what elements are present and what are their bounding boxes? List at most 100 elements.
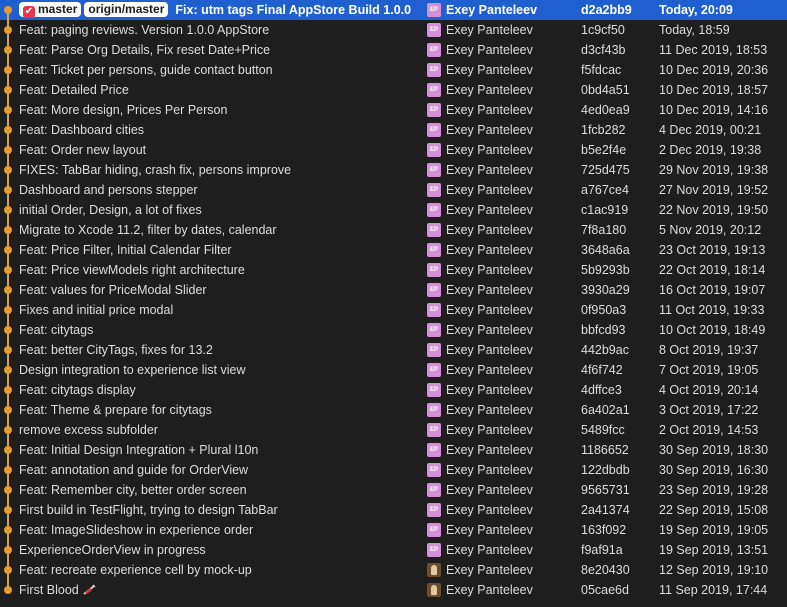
commit-graph-node bbox=[0, 80, 18, 100]
avatar-initials-icon: EP bbox=[427, 103, 441, 117]
commit-hash: 0f950a3 bbox=[581, 303, 627, 317]
avatar-initials-icon: EP bbox=[427, 443, 441, 457]
author-name: Exey Panteleev bbox=[446, 543, 533, 557]
commit-row[interactable]: Feat: recreate experience cell by mock-u… bbox=[0, 560, 787, 580]
author-name: Exey Panteleev bbox=[446, 43, 533, 57]
commit-row[interactable]: Feat: Price Filter, Initial Calendar Fil… bbox=[0, 240, 787, 260]
commit-hash: 5489fcc bbox=[581, 423, 625, 437]
commit-row[interactable]: Migrate to Xcode 11.2, filter by dates, … bbox=[0, 220, 787, 240]
commit-message-cell: ExperienceOrderView in progress bbox=[19, 540, 419, 560]
avatar-initials-icon: EP bbox=[427, 543, 441, 557]
commit-hash: 05cae6d bbox=[581, 583, 629, 597]
commit-hash: c1ac919 bbox=[581, 203, 629, 217]
commit-row[interactable]: Feat: Parse Org Details, Fix reset Date+… bbox=[0, 40, 787, 60]
commit-message: Feat: Detailed Price bbox=[19, 83, 129, 97]
commit-row[interactable]: Fixes and initial price modal EP Exey Pant… bbox=[0, 300, 787, 320]
commit-row[interactable]: Feat: ImageSlideshow in experience order… bbox=[0, 520, 787, 540]
commit-row[interactable]: remove excess subfolder EP Exey Panteleev 5… bbox=[0, 420, 787, 440]
author-name: Exey Panteleev bbox=[446, 363, 533, 377]
commit-row[interactable]: ExperienceOrderView in progress EP Exey Pa… bbox=[0, 540, 787, 560]
avatar-initials-icon: EP bbox=[427, 503, 441, 517]
commit-message: Feat: paging reviews. Version 1.0.0 AppS… bbox=[19, 23, 270, 37]
commit-row[interactable]: FIXES: TabBar hiding, crash fix, persons… bbox=[0, 160, 787, 180]
commit-graph-node bbox=[0, 260, 18, 280]
commit-date: 7 Oct 2019, 19:05 bbox=[659, 363, 759, 377]
commit-row[interactable]: Feat: Dashboard cities EP Exey Panteleev 1f… bbox=[0, 120, 787, 140]
commit-date: 22 Oct 2019, 18:14 bbox=[659, 263, 766, 277]
avatar-initials-icon: EP bbox=[427, 383, 441, 397]
commit-graph-node bbox=[0, 420, 18, 440]
author-name: Exey Panteleev bbox=[446, 123, 533, 137]
commit-date: 10 Dec 2019, 14:16 bbox=[659, 103, 769, 117]
commit-row[interactable]: Feat: Remember city, better order screen… bbox=[0, 480, 787, 500]
commit-graph-node bbox=[0, 240, 18, 260]
commit-graph-node bbox=[0, 440, 18, 460]
remote-branch-tag[interactable]: origin/master bbox=[84, 2, 169, 17]
commit-row[interactable]: Feat: citytags display EP Exey Panteleev 4d… bbox=[0, 380, 787, 400]
commit-date: Today, 18:59 bbox=[659, 23, 730, 37]
commit-hash: d2a2bb9 bbox=[581, 3, 632, 17]
commit-hash: 6a402a1 bbox=[581, 403, 630, 417]
commit-row[interactable]: Feat: values for PriceModal Slider EP Exey… bbox=[0, 280, 787, 300]
commit-message: Feat: citytags bbox=[19, 323, 94, 337]
avatar-initials-icon: EP bbox=[427, 423, 441, 437]
commit-row[interactable]: Feat: Price viewModels right architectur… bbox=[0, 260, 787, 280]
commit-date: 2 Oct 2019, 14:53 bbox=[659, 423, 759, 437]
syringe-icon bbox=[83, 584, 96, 595]
commit-date: 16 Oct 2019, 19:07 bbox=[659, 283, 766, 297]
avatar-initials-icon: EP bbox=[427, 43, 441, 57]
avatar-photo-icon bbox=[427, 563, 441, 577]
commit-message-cell: Design integration to experience list vi… bbox=[19, 360, 419, 380]
commit-message: Feat: values for PriceModal Slider bbox=[19, 283, 207, 297]
commit-message: Feat: Price Filter, Initial Calendar Fil… bbox=[19, 243, 232, 257]
commit-message: Feat: recreate experience cell by mock-u… bbox=[19, 563, 252, 577]
commit-graph-node bbox=[0, 160, 18, 180]
local-branch-tag[interactable]: ✔ master bbox=[19, 2, 82, 18]
commit-row[interactable]: initial Order, Design, a lot of fixes EP E… bbox=[0, 200, 787, 220]
author-name: Exey Panteleev bbox=[446, 443, 533, 457]
commit-date: 27 Nov 2019, 19:52 bbox=[659, 183, 769, 197]
commit-row[interactable]: Feat: Detailed Price EP Exey Panteleev 0bd4… bbox=[0, 80, 787, 100]
commit-row[interactable]: First Blood Exey Panteleev 05cae6d 11 Sep 2… bbox=[0, 580, 787, 600]
commit-row[interactable]: ✔ master origin/master Fix: utm tags Final … bbox=[0, 0, 787, 20]
commit-row[interactable]: Feat: better CityTags, fixes for 13.2 EP E… bbox=[0, 340, 787, 360]
commit-message: Feat: Dashboard cities bbox=[19, 123, 145, 137]
commit-row[interactable]: First build in TestFlight, trying to des… bbox=[0, 500, 787, 520]
commit-dot-icon bbox=[4, 586, 12, 594]
commit-row[interactable]: Feat: Ticket per persons, guide contact … bbox=[0, 60, 787, 80]
commit-row[interactable]: Feat: Order new layout EP Exey Panteleev b5… bbox=[0, 140, 787, 160]
commit-message-cell: First build in TestFlight, trying to des… bbox=[19, 500, 419, 520]
author-name: Exey Panteleev bbox=[446, 203, 533, 217]
commit-hash: d3cf43b bbox=[581, 43, 626, 57]
commit-row[interactable]: Dashboard and persons stepper EP Exey Pant… bbox=[0, 180, 787, 200]
commit-hash: 1fcb282 bbox=[581, 123, 626, 137]
author-name: Exey Panteleev bbox=[446, 143, 533, 157]
avatar-initials-icon: EP bbox=[427, 343, 441, 357]
commit-row[interactable]: Design integration to experience list vi… bbox=[0, 360, 787, 380]
commit-message: Feat: Remember city, better order screen bbox=[19, 483, 247, 497]
commit-graph-node bbox=[0, 20, 18, 40]
commit-date: 30 Sep 2019, 18:30 bbox=[659, 443, 769, 457]
commit-dot-icon bbox=[4, 286, 12, 294]
commit-message-cell: Fixes and initial price modal bbox=[19, 300, 419, 320]
avatar-initials-icon: EP bbox=[427, 463, 441, 477]
commit-message-cell: First Blood bbox=[19, 580, 419, 600]
commit-row[interactable]: Feat: citytags EP Exey Panteleev bbfcd93 10 … bbox=[0, 320, 787, 340]
commit-message: Feat: citytags display bbox=[19, 383, 136, 397]
commit-graph-node bbox=[0, 0, 18, 20]
commit-message: FIXES: TabBar hiding, crash fix, persons… bbox=[19, 163, 292, 177]
commit-row[interactable]: Feat: paging reviews. Version 1.0.0 AppS… bbox=[0, 20, 787, 40]
avatar-initials-icon: EP bbox=[427, 363, 441, 377]
commit-hash: 1186652 bbox=[581, 443, 629, 457]
commit-message-cell: Feat: More design, Prices Per Person bbox=[19, 100, 419, 120]
commit-hash: a767ce4 bbox=[581, 183, 629, 197]
commit-row[interactable]: Feat: Initial Design Integration + Plura… bbox=[0, 440, 787, 460]
commit-date: 23 Oct 2019, 19:13 bbox=[659, 243, 766, 257]
commit-row[interactable]: Feat: Theme & prepare for citytags EP Exey… bbox=[0, 400, 787, 420]
commit-dot-icon bbox=[4, 446, 12, 454]
commit-row[interactable]: Feat: annotation and guide for OrderView… bbox=[0, 460, 787, 480]
commit-row[interactable]: Feat: More design, Prices Per Person EP Ex… bbox=[0, 100, 787, 120]
commit-graph-node bbox=[0, 180, 18, 200]
commit-hash: 442b9ac bbox=[581, 343, 629, 357]
avatar-initials-icon: EP bbox=[427, 23, 441, 37]
